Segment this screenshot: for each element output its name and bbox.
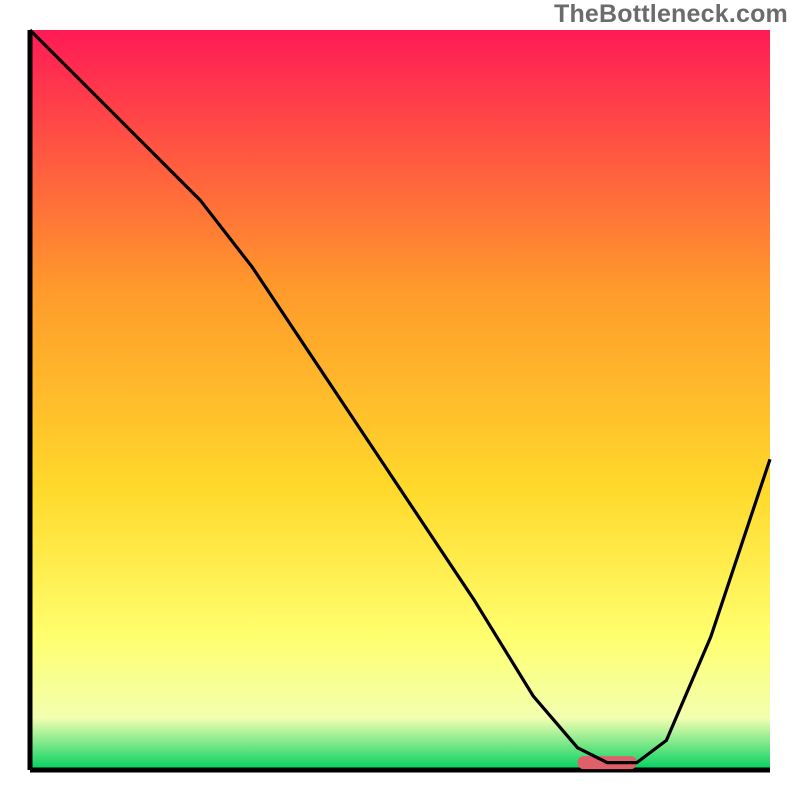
bottleneck-chart: [0, 0, 800, 800]
chart-container: TheBottleneck.com: [0, 0, 800, 800]
